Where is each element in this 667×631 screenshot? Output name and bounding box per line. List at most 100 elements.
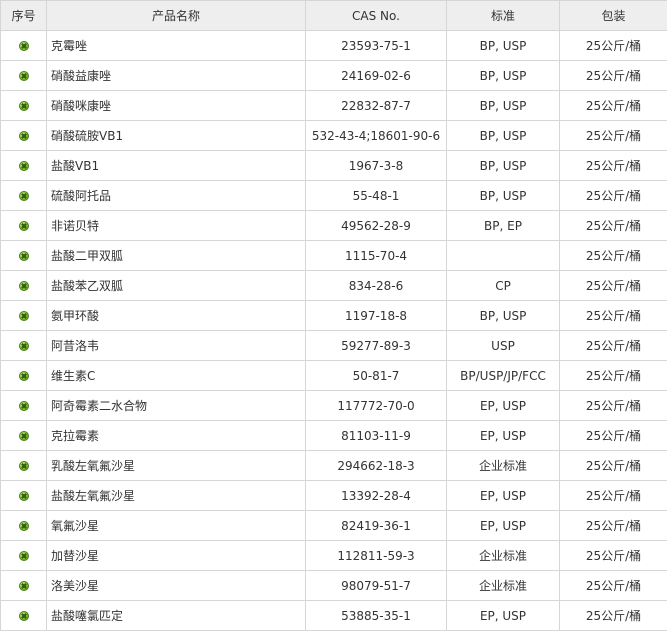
package-cell: 25公斤/桶 xyxy=(559,30,667,61)
standard-cell xyxy=(446,240,560,271)
row-index-cell xyxy=(0,330,47,361)
cas-number-cell: 1115-70-4 xyxy=(305,240,447,271)
green-circle-x-icon xyxy=(18,491,29,501)
green-circle-x-icon xyxy=(18,41,29,51)
product-name-cell: 加替沙星 xyxy=(46,540,306,571)
package-cell: 25公斤/桶 xyxy=(559,270,667,301)
table-body: 克霉唑 23593-75-1 BP, USP 25公斤/桶 硝酸益康唑 24169-02-… xyxy=(0,30,667,631)
cas-number-cell: 24169-02-6 xyxy=(305,60,447,91)
green-circle-x-icon xyxy=(18,461,29,471)
cas-number-cell: 294662-18-3 xyxy=(305,450,447,481)
row-index-cell xyxy=(0,540,47,571)
standard-cell: BP, USP xyxy=(446,180,560,211)
product-name-cell: 氧氟沙星 xyxy=(46,510,306,541)
product-name-cell: 硝酸益康唑 xyxy=(46,60,306,91)
standard-cell: BP, USP xyxy=(446,300,560,331)
row-index-cell xyxy=(0,270,47,301)
product-name-cell: 硝酸咪康唑 xyxy=(46,90,306,121)
green-circle-x-icon xyxy=(18,131,29,141)
header-row: 序号 产品名称 CAS No. 标准 包装 xyxy=(0,0,667,31)
product-name-cell: 盐酸噻氯匹定 xyxy=(46,600,306,631)
package-cell: 25公斤/桶 xyxy=(559,360,667,391)
table-row: 洛美沙星 98079-51-7 企业标准 25公斤/桶 xyxy=(0,570,667,601)
table-row: 盐酸噻氯匹定 53885-35-1 EP, USP 25公斤/桶 xyxy=(0,600,667,631)
package-cell: 25公斤/桶 xyxy=(559,570,667,601)
green-circle-x-icon xyxy=(18,161,29,171)
product-name-cell: 阿奇霉素二水合物 xyxy=(46,390,306,421)
row-index-cell xyxy=(0,480,47,511)
product-name-cell: 硫酸阿托品 xyxy=(46,180,306,211)
cas-number-cell: 13392-28-4 xyxy=(305,480,447,511)
product-name-cell: 盐酸苯乙双胍 xyxy=(46,270,306,301)
table-row: 氨甲环酸 1197-18-8 BP, USP 25公斤/桶 xyxy=(0,300,667,331)
standard-cell: EP, USP xyxy=(446,390,560,421)
green-circle-x-icon xyxy=(18,101,29,111)
package-cell: 25公斤/桶 xyxy=(559,330,667,361)
table-row: 盐酸苯乙双胍 834-28-6 CP 25公斤/桶 xyxy=(0,270,667,301)
table-row: 盐酸左氧氟沙星 13392-28-4 EP, USP 25公斤/桶 xyxy=(0,480,667,511)
standard-cell: BP, USP xyxy=(446,120,560,151)
green-circle-x-icon xyxy=(18,611,29,621)
product-name-cell: 克霉唑 xyxy=(46,30,306,61)
package-cell: 25公斤/桶 xyxy=(559,90,667,121)
row-index-cell xyxy=(0,90,47,121)
row-index-cell xyxy=(0,420,47,451)
table-row: 非诺贝特 49562-28-9 BP, EP 25公斤/桶 xyxy=(0,210,667,241)
package-cell: 25公斤/桶 xyxy=(559,120,667,151)
standard-cell: BP, EP xyxy=(446,210,560,241)
row-index-cell xyxy=(0,450,47,481)
table-row: 阿奇霉素二水合物 117772-70-0 EP, USP 25公斤/桶 xyxy=(0,390,667,421)
green-circle-x-icon xyxy=(18,551,29,561)
standard-cell: EP, USP xyxy=(446,510,560,541)
row-index-cell xyxy=(0,510,47,541)
package-cell: 25公斤/桶 xyxy=(559,60,667,91)
standard-cell: CP xyxy=(446,270,560,301)
table-row: 硫酸阿托品 55-48-1 BP, USP 25公斤/桶 xyxy=(0,180,667,211)
product-name-cell: 盐酸二甲双胍 xyxy=(46,240,306,271)
standard-cell: 企业标准 xyxy=(446,540,560,571)
table-header: 序号 产品名称 CAS No. 标准 包装 xyxy=(0,0,667,31)
cas-number-cell: 1197-18-8 xyxy=(305,300,447,331)
header-standard: 标准 xyxy=(446,0,560,31)
green-circle-x-icon xyxy=(18,581,29,591)
package-cell: 25公斤/桶 xyxy=(559,300,667,331)
row-index-cell xyxy=(0,120,47,151)
row-index-cell xyxy=(0,390,47,421)
cas-number-cell: 81103-11-9 xyxy=(305,420,447,451)
package-cell: 25公斤/桶 xyxy=(559,150,667,181)
table-row: 加替沙星 112811-59-3 企业标准 25公斤/桶 xyxy=(0,540,667,571)
cas-number-cell: 98079-51-7 xyxy=(305,570,447,601)
standard-cell: BP, USP xyxy=(446,30,560,61)
product-name-cell: 克拉霉素 xyxy=(46,420,306,451)
row-index-cell xyxy=(0,240,47,271)
green-circle-x-icon xyxy=(18,371,29,381)
row-index-cell xyxy=(0,210,47,241)
package-cell: 25公斤/桶 xyxy=(559,480,667,511)
table-row: 克霉唑 23593-75-1 BP, USP 25公斤/桶 xyxy=(0,30,667,61)
row-index-cell xyxy=(0,600,47,631)
cas-number-cell: 53885-35-1 xyxy=(305,600,447,631)
table-row: 硝酸益康唑 24169-02-6 BP, USP 25公斤/桶 xyxy=(0,60,667,91)
product-name-cell: 硝酸硫胺VB1 xyxy=(46,120,306,151)
standard-cell: USP xyxy=(446,330,560,361)
green-circle-x-icon xyxy=(18,521,29,531)
cas-number-cell: 23593-75-1 xyxy=(305,30,447,61)
header-package: 包装 xyxy=(559,0,667,31)
package-cell: 25公斤/桶 xyxy=(559,600,667,631)
standard-cell: BP, USP xyxy=(446,60,560,91)
cas-number-cell: 55-48-1 xyxy=(305,180,447,211)
table-row: 阿昔洛韦 59277-89-3 USP 25公斤/桶 xyxy=(0,330,667,361)
green-circle-x-icon xyxy=(18,401,29,411)
cas-number-cell: 50-81-7 xyxy=(305,360,447,391)
standard-cell: 企业标准 xyxy=(446,450,560,481)
cas-number-cell: 532-43-4;18601-90-6 xyxy=(305,120,447,151)
product-name-cell: 盐酸VB1 xyxy=(46,150,306,181)
package-cell: 25公斤/桶 xyxy=(559,180,667,211)
product-name-cell: 阿昔洛韦 xyxy=(46,330,306,361)
standard-cell: 企业标准 xyxy=(446,570,560,601)
table-row: 盐酸二甲双胍 1115-70-4 25公斤/桶 xyxy=(0,240,667,271)
product-table: 序号 产品名称 CAS No. 标准 包装 克霉唑 23593-75-1 BP, U… xyxy=(0,0,667,631)
standard-cell: BP/USP/JP/FCC xyxy=(446,360,560,391)
header-cas-number: CAS No. xyxy=(305,0,447,31)
green-circle-x-icon xyxy=(18,251,29,261)
